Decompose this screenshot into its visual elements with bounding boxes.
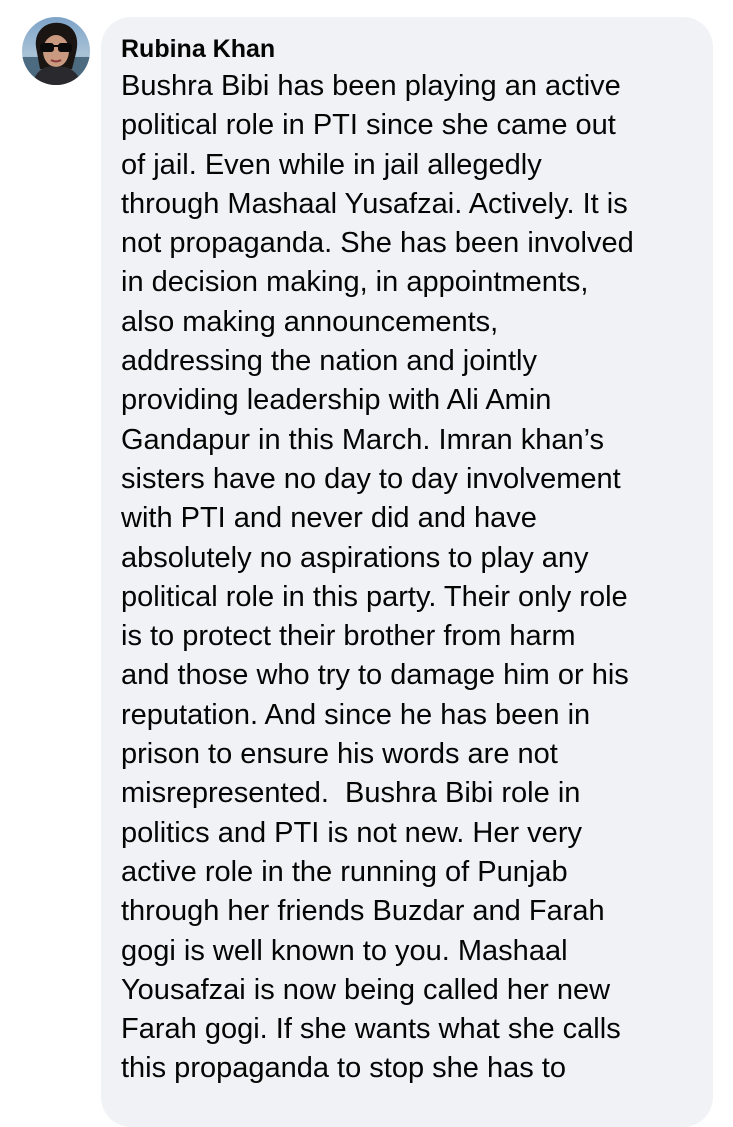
comment-text-line: Gandapur in this March. Imran khan’s [121,423,605,456]
comment-text-line: and those who try to damage him or his [121,659,629,692]
profile-photo [22,17,90,85]
comment-text-line: prison to ensure his words are not [121,738,558,771]
comment-text-line: misrepresented. Bushra Bibi role in [121,777,581,810]
avatar[interactable] [22,17,90,85]
comment-text-line: with PTI and never did and have [121,502,537,535]
comment-text-line: reputation. And since he has been in [121,698,591,731]
comment-text-line: also making announcements, [121,305,499,338]
comment-text-line: in decision making, in appointments, [121,266,589,299]
comment-text-line: Farah gogi. If she wants what she calls [121,1013,621,1046]
comment-text-line: politics and PTI is not new. Her very [121,816,582,849]
comment-text-line: not propaganda. She has been involved [121,227,634,260]
comment-text-line: is to protect their brother from harm [121,620,576,653]
comment-author-name[interactable]: Rubina Khan [121,33,697,65]
comment-bubble: Rubina Khan Bushra Bibi has been playing… [101,17,713,1127]
comment-text-line: Bushra Bibi has been playing an active [121,70,621,102]
comment-text-line: active role in the running of Punjab [121,855,568,888]
comment-text-line: addressing the nation and jointly [121,345,537,378]
comment-text-line: absolutely no aspirations to play any [121,541,589,574]
comment-text-line: political role in this party. Their only… [121,580,628,613]
comment-text-line: this propaganda to stop she has to [121,1052,566,1085]
comment-text-line: gogi is well known to you. Mashaal [121,934,568,967]
comment-text-line: providing leadership with Ali Amin [121,384,552,417]
comment-text-line: through Mashaal Yusafzai. Actively. It i… [121,187,628,220]
comment-text-line: Yousafzai is now being called her new [121,973,611,1006]
comment-text-line: of jail. Even while in jail allegedly [121,148,542,181]
comment-text-line: political role in PTI since she came out [121,109,616,142]
comment-text: Bushra Bibi has been playing an active po… [121,67,697,1089]
comment-text-line: through her friends Buzdar and Farah [121,895,605,928]
comment-text-line: sisters have no day to day involvement [121,462,621,495]
